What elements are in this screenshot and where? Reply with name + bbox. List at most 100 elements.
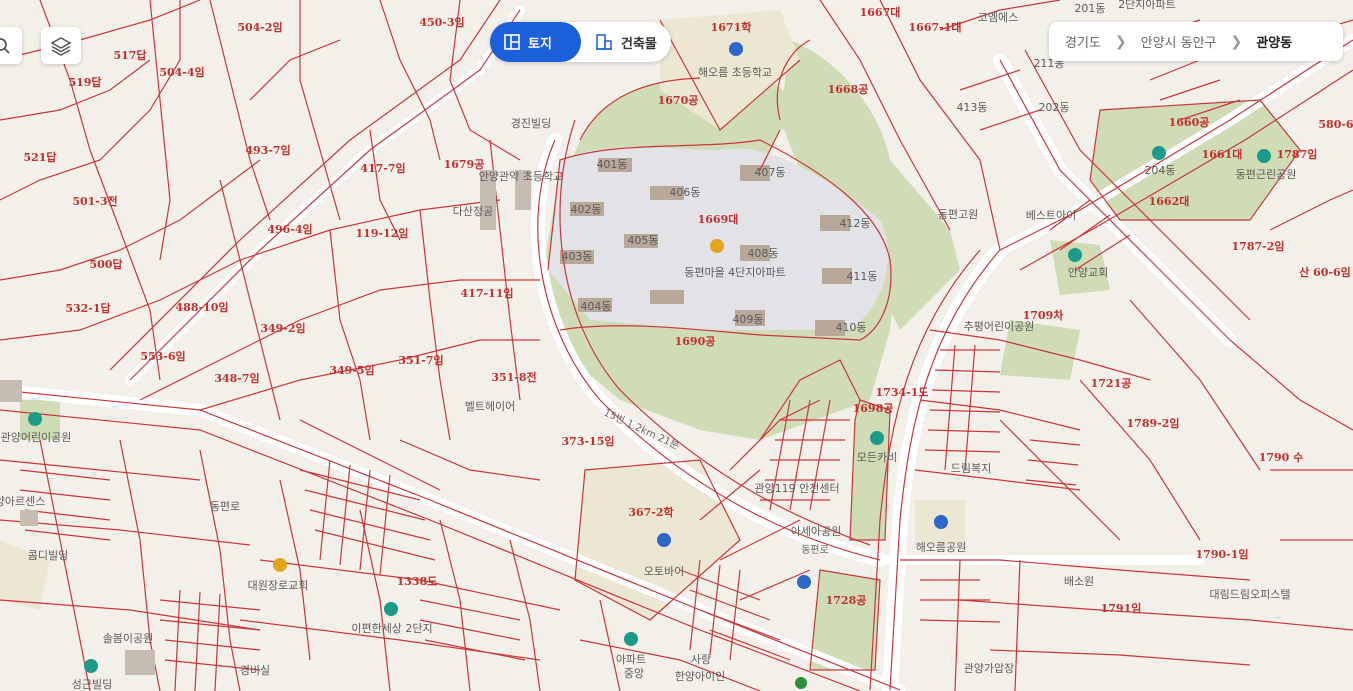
place-label: 410동 <box>835 321 866 334</box>
place-label: 412동 <box>839 217 870 230</box>
park-marker-icon <box>1257 149 1271 163</box>
place-label: 관양가압장 <box>964 662 1015 675</box>
search-button[interactable] <box>0 27 22 64</box>
school-marker-icon <box>729 42 743 56</box>
building-mode-button[interactable]: 건축물 <box>581 22 671 62</box>
parcel-label: 417-7임 <box>360 162 405 175</box>
parcel-label: 1671학 <box>711 20 752 34</box>
place-label: 405동 <box>627 234 658 247</box>
layers-button[interactable] <box>41 27 81 64</box>
park-marker-icon <box>28 412 42 426</box>
place-label: 406동 <box>669 186 700 199</box>
place-label: 베스트아이 <box>1026 209 1077 222</box>
place-label: 솔봄이공원 <box>103 632 154 645</box>
chevron-right-icon: ❯ <box>1114 33 1127 50</box>
parcel-label: 504-2임 <box>237 21 282 34</box>
parcel-label: 1789-2임 <box>1127 417 1180 430</box>
parcel-label: 1728공 <box>826 594 867 607</box>
place-label: 409동 <box>732 313 763 326</box>
parcel-label: 488-10임 <box>176 301 229 314</box>
park-marker-icon <box>1068 248 1082 262</box>
parcel-label: 1690공 <box>675 335 716 348</box>
chevron-right-icon: ❯ <box>1230 33 1243 50</box>
place-label: 407동 <box>754 166 785 179</box>
place-label: 이편한세상 2단지 <box>351 622 432 635</box>
parcel-label: 496-4임 <box>267 223 312 236</box>
building-icon <box>596 34 612 50</box>
place-label: 대원장로교회 <box>248 579 309 592</box>
parcel-label: 367-2학 <box>628 505 673 519</box>
breadcrumb-province[interactable]: 경기도 <box>1065 32 1101 51</box>
place-label: 관양아르센스 <box>0 495 45 508</box>
parcel-label: 450-3임 <box>419 16 464 29</box>
park-marker-icon <box>84 659 98 673</box>
parcel-label: 500답 <box>89 257 122 271</box>
place-label: 해오름 초등학교 <box>698 65 772 79</box>
parcel-label: 501-3전 <box>72 194 117 208</box>
parcel-label: 1668공 <box>828 83 869 96</box>
parcel-label: 1670공 <box>658 94 699 107</box>
parcel-label: 1660공 <box>1169 116 1210 129</box>
place-label: 콤디빌딩 <box>28 549 68 562</box>
place-label: 동편로 <box>210 500 240 513</box>
parcel-label: 517답 <box>113 48 146 62</box>
place-label: 코엠에스 <box>978 11 1018 24</box>
place-label: 아세아공원 <box>791 525 842 538</box>
place-label: 411동 <box>846 270 877 283</box>
place-label: 404동 <box>580 300 611 313</box>
place-label: 사랑 <box>691 653 711 666</box>
road-label: 동편로 <box>801 544 829 556</box>
place-label: 동편근린공원 <box>1236 168 1297 181</box>
park-marker-icon <box>870 431 884 445</box>
parcel-label: 1734-1도 <box>876 386 929 399</box>
place-label: 드림복지 <box>951 462 991 475</box>
place-label: 아파트 <box>616 653 646 666</box>
park-marker-icon <box>624 632 638 646</box>
place-label: 해오름공원 <box>916 540 967 554</box>
parcel-label: 1661대 <box>1202 147 1243 161</box>
parcel-label: 1790-1임 <box>1196 548 1249 561</box>
breadcrumb: 경기도 ❯ 안양시 동안구 ❯ 관양동 <box>1049 22 1343 61</box>
place-label: 201동 <box>1074 2 1105 15</box>
breadcrumb-district[interactable]: 관양동 <box>1256 32 1292 51</box>
place-label: 408동 <box>747 247 778 260</box>
parcel-label: 580-6 <box>1318 118 1353 131</box>
place-label: 중앙 <box>624 667 644 680</box>
breadcrumb-city[interactable]: 안양시 동안구 <box>1141 32 1217 51</box>
location-marker-icon <box>795 677 807 689</box>
parcel-label: 1669대 <box>698 212 739 226</box>
parcel-label: 1667-1대 <box>909 20 962 34</box>
parcel-label: 1698공 <box>853 402 894 415</box>
search-icon <box>0 37 10 54</box>
place-label: 관양119 안전센터 <box>754 482 839 495</box>
place-label: 204동 <box>1144 164 1175 177</box>
place-label: 202동 <box>1038 101 1069 114</box>
place-label: 모든카비 <box>857 451 897 464</box>
place-label: 추평어린이공원 <box>964 320 1035 333</box>
place-label: 다산정공 <box>453 205 493 218</box>
parcel-label: 348-7임 <box>214 372 259 385</box>
parcel-label: 119-12임 <box>356 227 409 240</box>
parcel-label: 1721공 <box>1091 377 1132 390</box>
place-label: 관양어린이공원 <box>1 431 72 444</box>
parcel-label: 1338도 <box>397 575 438 588</box>
land-parcel-icon <box>504 34 520 50</box>
school-marker-icon <box>657 533 671 547</box>
apartment-marker-icon <box>710 239 724 253</box>
bus-marker-icon <box>797 575 811 589</box>
place-label: 한양아이인 <box>675 670 726 683</box>
parcel-label: 349-5임 <box>329 364 374 377</box>
land-mode-button[interactable]: 토지 <box>490 22 581 62</box>
place-label: 안양교회 <box>1068 266 1108 279</box>
parcel-label: 493-7임 <box>245 144 290 157</box>
place-label: 2단지아파트 <box>1118 0 1176 11</box>
place-label: 동편마을 4단지아파트 <box>684 266 786 279</box>
parcel-label: 1787-2임 <box>1232 240 1285 253</box>
park-marker-icon <box>1152 146 1166 160</box>
place-label: 401동 <box>596 158 627 171</box>
parcel-label: 1667대 <box>860 5 901 19</box>
place-label: 벨트헤이어 <box>465 400 516 413</box>
place-label: 경비실 <box>240 664 270 677</box>
map-mode-toggle: 토지 건축물 <box>490 22 671 62</box>
cadastral-map[interactable]: 504-2임 450-3임 517답 504-4임 519답 1671학 1667대 1667… <box>0 0 1353 691</box>
